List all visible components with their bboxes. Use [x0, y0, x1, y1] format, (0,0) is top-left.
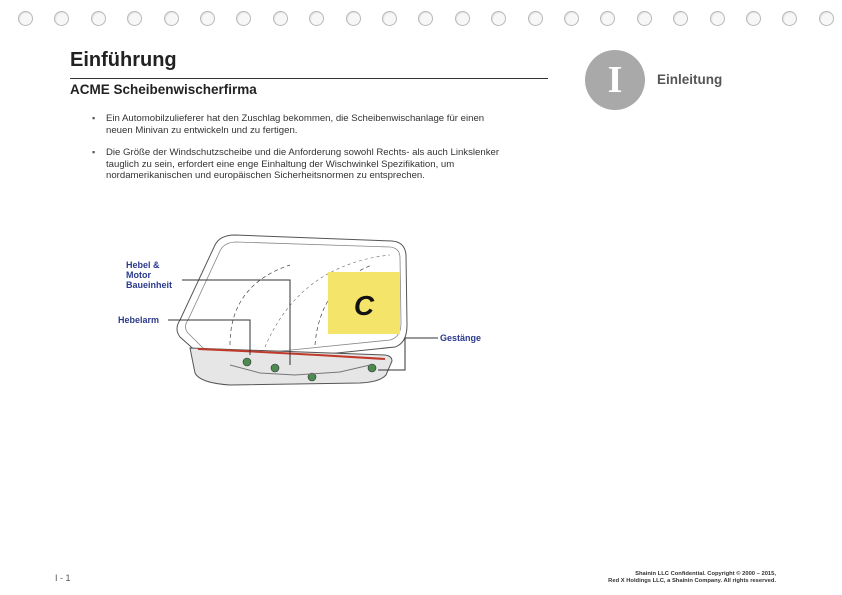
- windshield-diagram: C Hebel & Motor Baueinheit Hebelarm Gest…: [118, 234, 481, 386]
- copyright-line: Red X Holdings LLC, a Shainin Company. A…: [608, 578, 776, 584]
- label-hebel-motor: Hebel &: [126, 260, 160, 270]
- bullet-text: Ein Automobilzulieferer hat den Zuschlag…: [106, 113, 485, 136]
- binder-hole: [90, 11, 106, 26]
- binder-hole: [127, 11, 143, 26]
- binder-hole: [454, 11, 470, 26]
- label-hebelarm: Hebelarm: [118, 315, 159, 325]
- binder-hole: [236, 11, 252, 26]
- bullet-item: ▪ Die Größe der Windschutzscheibe und die…: [92, 147, 512, 182]
- binder-hole: [564, 11, 579, 26]
- binder-hole: [163, 11, 179, 26]
- binder-hole: [673, 11, 689, 26]
- bullet-list: ▪ Ein Automobilzulieferer hat den Zuschla…: [92, 113, 512, 193]
- chapter-badge-letter: I: [607, 59, 623, 101]
- page-title: Einführung: [70, 49, 177, 71]
- binder-hole: [418, 11, 434, 26]
- binder-hole: [382, 11, 397, 26]
- binder-hole: [636, 11, 652, 26]
- bullet-icon: ▪: [92, 113, 96, 123]
- binder-hole: [491, 11, 507, 26]
- pivot: [270, 363, 280, 373]
- wipe-arc: [229, 264, 291, 346]
- chapter-badge: I: [585, 50, 645, 110]
- pivot: [242, 357, 252, 367]
- bullet-item: ▪ Ein Automobilzulieferer hat den Zuschla…: [92, 113, 512, 136]
- bullet-icon: ▪: [92, 147, 96, 157]
- binder-hole: [18, 11, 33, 26]
- binder-hole: [345, 11, 361, 26]
- binder-hole: [527, 11, 543, 26]
- label-hebel-motor: Baueinheit: [126, 280, 172, 290]
- page-subtitle: ACME Scheibenwischerfirma: [70, 82, 257, 97]
- binder-hole: [709, 11, 725, 26]
- label-hebel-motor: Motor: [126, 270, 151, 280]
- binder-holes: [0, 11, 842, 31]
- marker-c-letter: C: [354, 290, 375, 321]
- binder-hole: [309, 11, 325, 26]
- binder-hole: [600, 11, 616, 26]
- binder-hole: [782, 11, 798, 26]
- page-number: I - 1: [55, 573, 71, 583]
- label-gestaenge: Gestänge: [440, 333, 481, 343]
- section-label: Einleitung: [657, 72, 723, 87]
- binder-hole: [200, 11, 215, 26]
- binder-hole: [818, 11, 834, 26]
- copyright-notice: Shainin LLC Confidential. Copyright © 20…: [608, 571, 776, 585]
- binder-hole: [746, 11, 761, 26]
- title-rule: [70, 78, 548, 79]
- bullet-text: Die Größe der Windschutzscheibe und die …: [106, 147, 500, 181]
- binder-hole: [272, 11, 288, 26]
- copyright-line: Shainin LLC Confidential. Copyright © 20…: [635, 571, 776, 577]
- binder-hole: [54, 11, 70, 26]
